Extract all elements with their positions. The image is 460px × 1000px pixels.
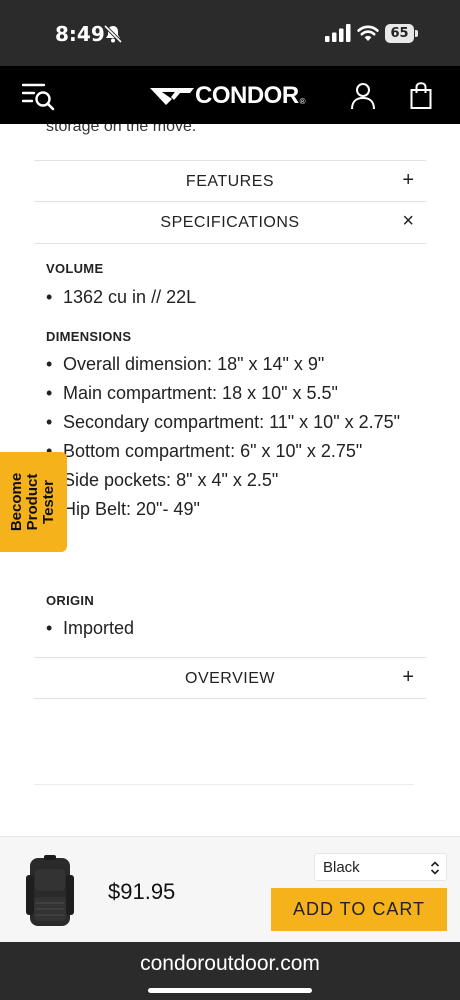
registered-mark: ® [299, 96, 306, 106]
battery-icon: 65 [385, 24, 418, 43]
product-details: storage on the move. FEATURES + SPECIFIC… [0, 124, 460, 836]
plus-icon[interactable]: + [402, 169, 414, 192]
status-bar: 8:49 65 [0, 0, 460, 66]
brand-name: CONDOR [195, 82, 299, 109]
sticky-add-to-cart-bar: $91.95 Black ADD TO CART [0, 836, 460, 942]
home-indicator [148, 988, 312, 993]
dimensions-heading: DIMENSIONS [46, 329, 132, 344]
overview-accordion[interactable]: OVERVIEW + [34, 657, 426, 699]
list-item: Main compartment: 18 x 10" x 5.5" [46, 379, 406, 408]
account-icon[interactable] [350, 82, 376, 110]
add-to-cart-button[interactable]: ADD TO CART [271, 888, 447, 931]
condor-logo-icon [150, 88, 194, 105]
selected-variant: Black [323, 859, 360, 876]
origin-heading: ORIGIN [46, 593, 95, 608]
overview-label: OVERVIEW [185, 670, 275, 687]
site-header: CONDOR ® [0, 66, 460, 124]
divider [34, 784, 414, 785]
list-item: Imported [46, 614, 406, 643]
product-price: $91.95 [108, 879, 176, 904]
become-product-tester-button[interactable]: Become Product Tester [0, 452, 67, 552]
list-item: Overall dimension: 18" x 14" x 9" [46, 350, 406, 379]
shopping-bag-icon[interactable] [410, 82, 432, 110]
chevron-updown-icon [430, 861, 440, 875]
list-item: Hip Belt: 20"- 49" [46, 495, 406, 524]
description-tail: storage on the move. [46, 124, 197, 135]
menu-search-icon[interactable] [22, 82, 56, 112]
browser-url-bar: condoroutdoor.com [0, 942, 460, 1000]
list-item: 1362 cu in // 22L [46, 283, 406, 312]
status-time: 8:49 [55, 22, 105, 46]
features-accordion[interactable]: FEATURES + [34, 160, 426, 202]
url-text[interactable]: condoroutdoor.com [0, 952, 460, 976]
features-label: FEATURES [185, 173, 275, 190]
close-icon[interactable]: × [402, 210, 414, 233]
condor-logo[interactable]: CONDOR ® [150, 82, 306, 109]
list-item: Side pockets: 8" x 4" x 2.5" [46, 466, 406, 495]
volume-list: 1362 cu in // 22L [46, 283, 406, 312]
specifications-accordion[interactable]: SPECIFICATIONS × [34, 202, 426, 244]
plus-icon[interactable]: + [402, 666, 414, 689]
product-thumbnail [26, 855, 74, 926]
bell-muted-icon [103, 24, 123, 44]
tester-tab-label: Become Product Tester [8, 472, 57, 532]
list-item: Secondary compartment: 11" x 10" x 2.75" [46, 408, 406, 437]
dimensions-list: Overall dimension: 18" x 14" x 9" Main c… [46, 350, 406, 524]
list-item: Bottom compartment: 6" x 10" x 2.75" [46, 437, 406, 466]
specifications-label: SPECIFICATIONS [160, 214, 300, 231]
color-select[interactable]: Black [314, 853, 447, 881]
volume-heading: VOLUME [46, 261, 104, 276]
battery-level: 65 [385, 24, 414, 43]
origin-list: Imported [46, 614, 406, 643]
wifi-icon [357, 25, 379, 41]
cellular-signal-icon [325, 24, 351, 42]
